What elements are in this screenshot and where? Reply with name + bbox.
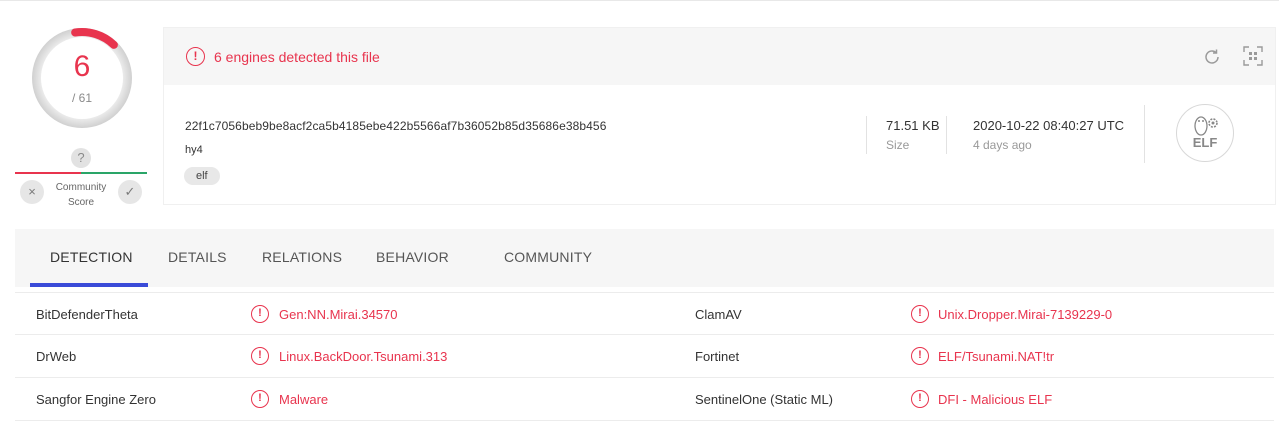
community-label-line1: Community — [55, 182, 107, 193]
table-row: DrWeb ! Linux.BackDoor.Tsunami.313 Forti… — [15, 335, 1274, 378]
tab-relations[interactable]: RELATIONS — [262, 249, 342, 265]
file-size-label: Size — [886, 138, 910, 152]
reanalyze-icon[interactable] — [1202, 47, 1222, 67]
file-tag[interactable]: elf — [184, 167, 220, 185]
score-total: / 61 — [71, 91, 92, 105]
detection-result: Gen:NN.Mirai.34570 — [279, 307, 398, 322]
alert-icon: ! — [911, 347, 929, 365]
alert-icon: ! — [251, 390, 269, 408]
vote-harmful-button[interactable]: × — [20, 180, 44, 204]
file-type-label: ELF — [1192, 135, 1218, 150]
detection-result: Unix.Dropper.Mirai-7139229-0 — [938, 307, 1113, 322]
detection-table: BitDefenderTheta ! Gen:NN.Mirai.34570 Cl… — [15, 292, 1274, 421]
detection-result: DFI - Malicious ELF — [938, 392, 1053, 407]
detection-alert-bar: ! 6 engines detected this file — [164, 28, 1275, 85]
engine-name: Sangfor Engine Zero — [36, 392, 156, 407]
linux-penguin-gear-icon — [1194, 116, 1218, 136]
community-label-line2: Score — [67, 197, 95, 208]
alert-icon: ! — [186, 47, 205, 66]
alert-text: 6 engines detected this file — [214, 49, 380, 65]
file-hash[interactable]: 22f1c7056beb9be8acf2ca5b4185ebe422b5566a… — [185, 119, 606, 133]
community-score-bar-positive — [81, 172, 147, 174]
detection-result: Malware — [279, 392, 329, 407]
active-tab-indicator — [30, 283, 148, 287]
divider — [1144, 105, 1145, 163]
table-row: Sangfor Engine Zero ! Malware SentinelOn… — [15, 378, 1274, 421]
engine-name: ClamAV — [695, 307, 742, 322]
detection-result: ELF/Tsunami.NAT!tr — [938, 349, 1055, 364]
alert-icon: ! — [911, 390, 929, 408]
elf-file-type-icon: ELF — [1176, 104, 1234, 162]
community-score-label: Community Score — [48, 180, 114, 210]
detection-result: Linux.BackDoor.Tsunami.313 — [279, 349, 448, 364]
tab-bar: DETECTION DETAILS RELATIONS BEHAVIOR COM… — [15, 229, 1274, 287]
score-detections: 6 — [73, 50, 91, 83]
file-summary-card: ! 6 engines detected this file 22f1c7056… — [163, 27, 1276, 205]
vote-harmless-button[interactable]: ✓ — [118, 180, 142, 204]
detection-score-ring: 6 / 61 — [30, 26, 134, 130]
divider — [946, 116, 947, 154]
community-score-bar-negative — [15, 172, 81, 174]
alert-icon: ! — [251, 305, 269, 323]
tab-details[interactable]: DETAILS — [168, 249, 227, 265]
alert-icon: ! — [251, 347, 269, 365]
engine-name: Fortinet — [695, 349, 740, 364]
analysis-date-value: 2020-10-22 08:40:27 UTC — [973, 118, 1125, 133]
tab-behavior[interactable]: BEHAVIOR — [376, 249, 449, 265]
engine-name: SentinelOne (Static ML) — [695, 392, 834, 407]
file-name: hy4 — [185, 144, 203, 156]
community-score-question-icon: ? — [71, 148, 91, 168]
engine-name: DrWeb — [36, 349, 77, 364]
tab-community[interactable]: COMMUNITY — [504, 249, 592, 265]
similar-files-icon[interactable] — [1242, 45, 1264, 67]
top-divider — [0, 0, 1279, 1]
alert-icon: ! — [911, 305, 929, 323]
analysis-date-relative: 4 days ago — [973, 138, 1032, 152]
divider — [866, 116, 867, 154]
tab-detection[interactable]: DETECTION — [50, 249, 133, 265]
table-row: BitDefenderTheta ! Gen:NN.Mirai.34570 Cl… — [15, 292, 1274, 335]
file-size-value: 71.51 KB — [886, 118, 940, 133]
engine-name: BitDefenderTheta — [36, 307, 138, 322]
